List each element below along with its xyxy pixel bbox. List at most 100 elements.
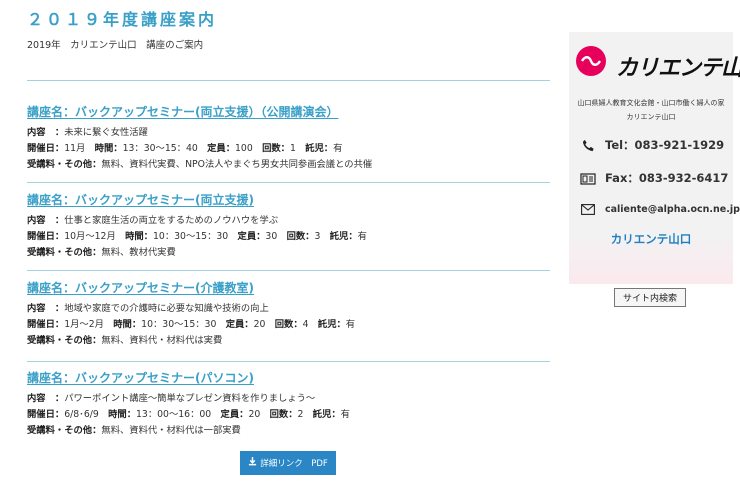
schedule-label: 開催日： (27, 143, 65, 154)
time-value: 13：30〜15：40 (122, 143, 198, 154)
time-label: 時間： (113, 319, 142, 330)
childcare-value: 有 (345, 319, 356, 330)
content-value: 未来に繋ぐ女性活躍 (64, 127, 148, 138)
course-content-line: 内容 ：パワーポイント講座〜簡単なプレゼン資料を作りましょう〜 (27, 391, 567, 407)
childcare-label: 託児： (317, 319, 346, 330)
page-title: ２０１９年度講座案内 (27, 10, 218, 29)
phone-icon (579, 139, 597, 152)
logo-text: カリエンテ山口 (616, 55, 740, 81)
schedule-value: 10月〜12月 (64, 231, 116, 242)
content-value: 地域や家庭での介護時に必要な知識や技術の向上 (64, 303, 269, 314)
time-value: 13：00〜16：00 (136, 409, 212, 420)
time-label: 時間： (108, 409, 136, 420)
course-title-link[interactable]: 講座名：バックアップセミナー(パソコン) (27, 369, 254, 386)
count-label: 回数： (262, 143, 290, 154)
count-value: 4 (302, 319, 309, 330)
course-item: 講座名：バックアップセミナー(両立支援) 内容 ：仕事と家庭生活の両立をするため… (27, 189, 567, 261)
divider (27, 182, 550, 183)
logo-mark-icon (576, 46, 606, 76)
capacity-value: 30 (265, 231, 278, 242)
course-fee-line: 受講料・その他：無料、資料代実費、NPO法人やまぐち男女共同参画会議との共催 (27, 157, 567, 173)
fee-value: 無料、資料代・材料代は実費 (101, 335, 223, 346)
envelope-icon (579, 204, 597, 215)
email-contact: caliente@alpha.ocn.ne.jp (579, 204, 740, 215)
fee-label: 受講料・その他： (27, 425, 102, 436)
fee-label: 受講料・その他： (27, 247, 102, 258)
schedule-label: 開催日： (27, 231, 65, 242)
fee-value: 無料、資料代・材料代は一部実費 (101, 425, 241, 436)
course-item: 講座名：バックアップセミナー(介護教室) 内容 ：地域や家庭での介護時に必要な知… (27, 277, 567, 349)
capacity-value: 20 (248, 409, 261, 420)
site-search-button[interactable]: サイト内検索 (614, 288, 686, 307)
course-schedule-line: 開催日：6/8･6/9 時間：13：00〜16：00 定員：20 回数：2 託児… (27, 407, 567, 423)
course-content-line: 内容 ：地域や家庭での介護時に必要な知識や技術の向上 (27, 301, 567, 317)
divider (27, 270, 550, 271)
course-item: 講座名：バックアップセミナー(パソコン) 内容 ：パワーポイント講座〜簡単なプレ… (27, 367, 567, 439)
org-name-line: カリエンテ山口 (626, 113, 676, 121)
count-label: 回数： (274, 319, 303, 330)
pdf-detail-button[interactable]: 詳細リンク PDF (240, 451, 336, 475)
course-content-line: 内容 ：未来に繋ぐ女性活躍 (27, 125, 567, 141)
fee-value: 無料、資料代実費、NPO法人やまぐち男女共同参画会議との共催 (101, 159, 373, 170)
course-title-link[interactable]: 講座名：バックアップセミナー(両立支援) (27, 191, 254, 208)
count-value: 1 (289, 143, 296, 154)
divider (27, 80, 550, 81)
course-fee-line: 受講料・その他：無料、教材代実費 (27, 245, 567, 261)
count-label: 回数： (286, 231, 315, 242)
childcare-value: 有 (340, 409, 350, 420)
capacity-label: 定員： (220, 409, 249, 420)
schedule-label: 開催日： (27, 319, 65, 330)
organization-name: 山口県婦人教育文化会館・山口市働く婦人の家 カリエンテ山口 (569, 96, 733, 124)
count-value: 3 (314, 231, 321, 242)
time-value: 10：30〜15：30 (152, 231, 229, 242)
content-label: 内容 ： (27, 215, 65, 226)
content-value: パワーポイント講座〜簡単なプレゼン資料を作りましょう〜 (64, 393, 316, 404)
count-label: 回数： (269, 409, 298, 420)
pdf-button-label: 詳細リンク PDF (260, 459, 328, 469)
content-label: 内容 ： (27, 303, 65, 314)
content-value: 仕事と家庭生活の両立をするためのノウハウを学ぶ (64, 215, 279, 226)
email-address[interactable]: caliente@alpha.ocn.ne.jp (605, 204, 740, 215)
phone-contact: Tel：083-921-1929 (579, 137, 724, 153)
course-fee-line: 受講料・その他：無料、資料代・材料代は実費 (27, 333, 567, 349)
content-label: 内容 ： (27, 393, 65, 404)
fee-value: 無料、教材代実費 (101, 247, 176, 258)
time-value: 10：30〜15：30 (141, 319, 217, 330)
count-value: 2 (297, 409, 304, 420)
capacity-label: 定員： (225, 319, 254, 330)
capacity-value: 100 (235, 143, 253, 154)
content-label: 内容 ： (27, 127, 65, 138)
fax-contact: Fax：083-932-6417 (579, 170, 728, 186)
course-schedule-line: 開催日：10月〜12月 時間：10：30〜15：30 定員：30 回数：3 託児… (27, 229, 567, 245)
divider (27, 361, 550, 362)
caliente-yamaguchi-link[interactable]: カリエンテ山口 (569, 231, 733, 247)
fee-label: 受講料・その他： (27, 159, 102, 170)
childcare-label: 託児： (305, 143, 334, 154)
childcare-label: 託児： (312, 409, 341, 420)
childcare-value: 有 (333, 143, 343, 154)
time-label: 時間： (125, 231, 153, 242)
schedule-value: 11月 (64, 143, 86, 154)
schedule-value: 1月〜2月 (64, 319, 104, 330)
sidebar-contact-panel: カリエンテ山口 山口県婦人教育文化会館・山口市働く婦人の家 カリエンテ山口 Te… (569, 32, 740, 284)
childcare-value: 有 (357, 231, 367, 242)
course-schedule-line: 開催日：1月〜2月 時間：10：30〜15：30 定員：20 回数：4 託児：有 (27, 317, 567, 333)
phone-number: Tel：083-921-1929 (605, 138, 725, 152)
fax-icon (579, 172, 597, 185)
course-schedule-line: 開催日：11月 時間：13：30〜15：40 定員：100 回数：1 託児：有 (27, 141, 567, 157)
fee-label: 受講料・その他： (27, 335, 102, 346)
course-item: 講座名：バックアップセミナー(両立支援）（公開講演会） 内容 ：未来に繋ぐ女性活… (27, 101, 567, 173)
capacity-value: 20 (253, 319, 266, 330)
fax-number: Fax：083-932-6417 (605, 171, 729, 185)
course-title-link[interactable]: 講座名：バックアップセミナー(両立支援）（公開講演会） (27, 103, 339, 120)
capacity-label: 定員： (207, 143, 235, 154)
course-title-link[interactable]: 講座名：バックアップセミナー(介護教室) (27, 279, 254, 296)
childcare-label: 託児： (329, 231, 358, 242)
page-subtitle: 2019年 カリエンテ山口 講座のご案内 (27, 40, 204, 51)
org-name-line: 山口県婦人教育文化会館・山口市働く婦人の家 (577, 99, 725, 107)
schedule-value: 6/8･6/9 (64, 409, 99, 420)
capacity-label: 定員： (237, 231, 266, 242)
logo[interactable]: カリエンテ山口 (574, 44, 740, 92)
course-content-line: 内容 ：仕事と家庭生活の両立をするためのノウハウを学ぶ (27, 213, 567, 229)
time-label: 時間： (94, 143, 123, 154)
